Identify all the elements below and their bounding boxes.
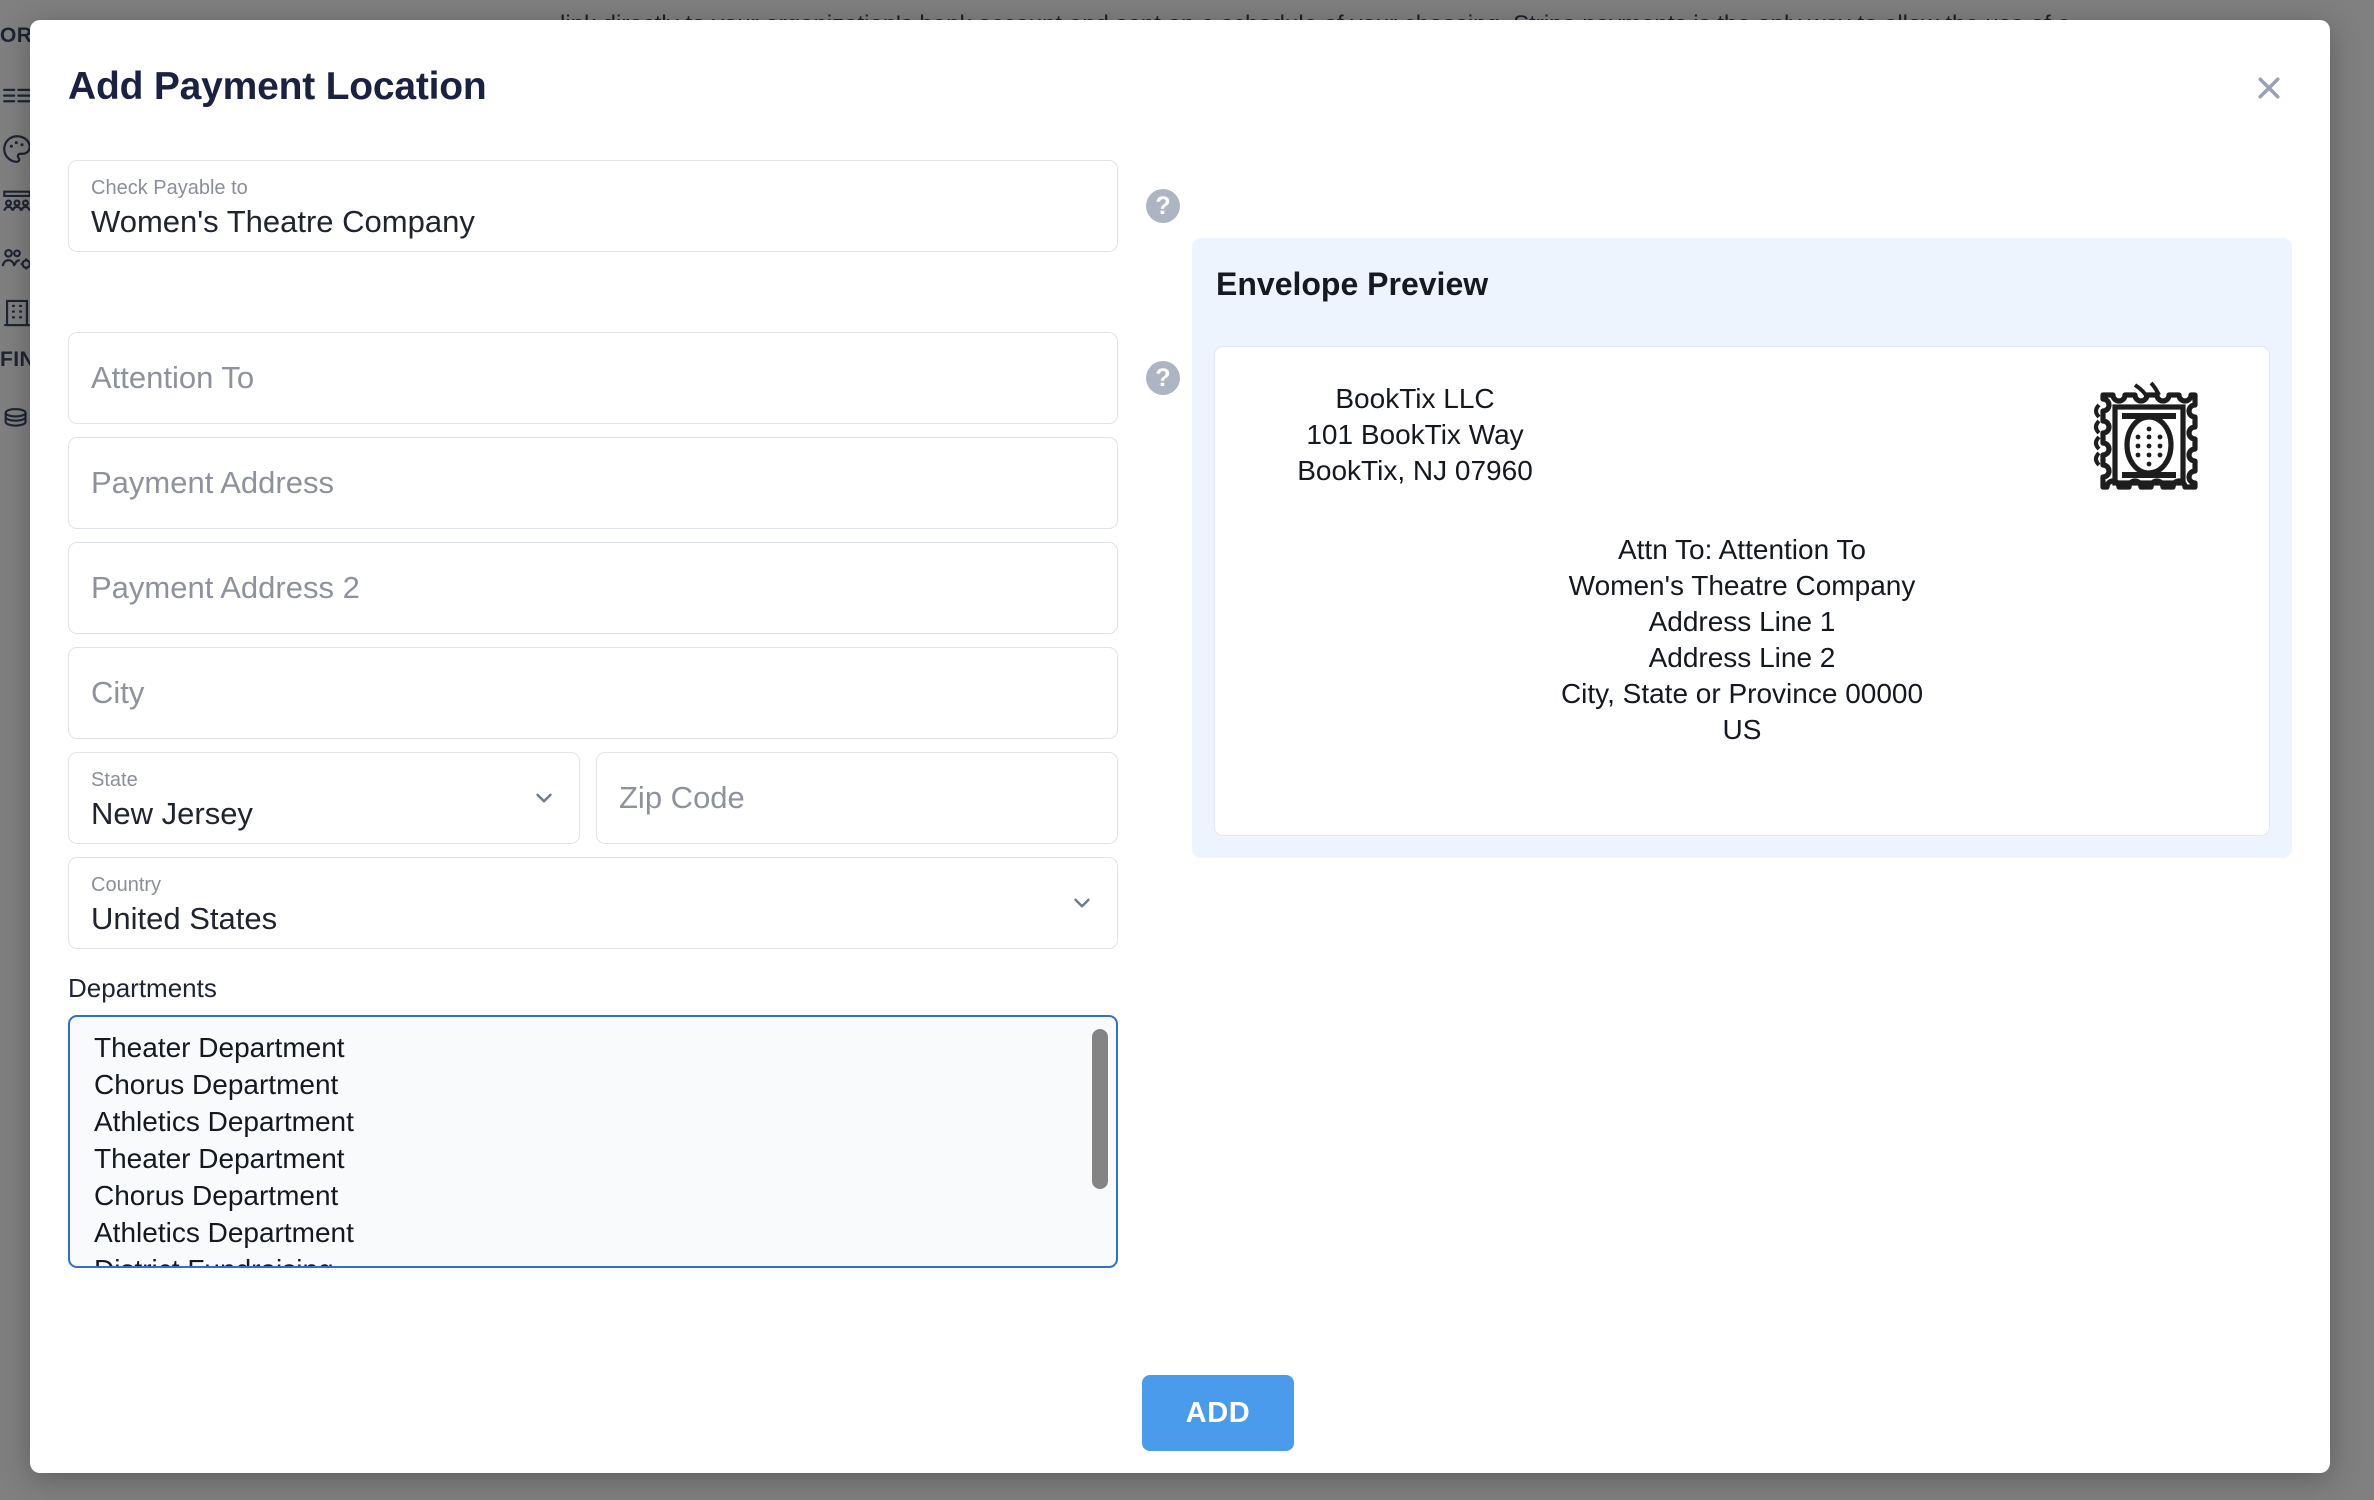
- add-payment-location-dialog: Add Payment Location Check Payable to Wo…: [30, 20, 2330, 1473]
- return-address-line: 101 BookTix Way: [1306, 419, 1524, 450]
- attention-to-help-icon[interactable]: ?: [1146, 361, 1180, 395]
- app-sidebar-rail: ORG: [0, 0, 34, 1500]
- departments-scrollbar-thumb[interactable]: [1092, 1029, 1108, 1189]
- add-button[interactable]: ADD: [1142, 1375, 1294, 1451]
- payment-address-field[interactable]: Payment Address: [68, 437, 1118, 529]
- list-item[interactable]: Athletics Department: [70, 1214, 1116, 1251]
- destination-address-block: Attn To: Attention To Women's Theatre Co…: [1215, 532, 2269, 748]
- destination-address-line: Address Line 1: [1648, 606, 1836, 637]
- postage-stamp-icon: [2091, 379, 2207, 507]
- country-label: Country: [91, 874, 162, 896]
- return-address-block: BookTix LLC 101 BookTix Way BookTix, NJ …: [1265, 381, 1565, 489]
- check-payable-help-icon[interactable]: ?: [1146, 189, 1180, 223]
- departments-listbox[interactable]: Theater Department Chorus Department Ath…: [68, 1015, 1118, 1268]
- audience-seats-icon[interactable]: [0, 186, 34, 220]
- return-address-line: BookTix, NJ 07960: [1297, 455, 1533, 486]
- destination-address-line: Address Line 2: [1648, 642, 1836, 673]
- payment-location-form: Check Payable to Women's Theatre Company…: [68, 160, 1188, 1268]
- coins-icon[interactable]: [0, 400, 34, 434]
- city-placeholder: City: [91, 675, 145, 710]
- chevron-down-icon[interactable]: [531, 785, 557, 811]
- state-label: State: [91, 769, 138, 791]
- state-value: New Jersey: [91, 796, 253, 831]
- departments-list: Theater Department Chorus Department Ath…: [70, 1029, 1116, 1266]
- sidebar-section-org-label: ORG: [0, 24, 34, 47]
- state-select[interactable]: State New Jersey: [68, 752, 580, 844]
- list-item[interactable]: Chorus Department: [70, 1177, 1116, 1214]
- chevron-down-icon[interactable]: [1069, 890, 1095, 916]
- country-select[interactable]: Country United States: [68, 857, 1118, 949]
- zip-code-placeholder: Zip Code: [619, 780, 745, 815]
- check-payable-to-label: Check Payable to: [91, 177, 248, 199]
- envelope-card: BookTix LLC 101 BookTix Way BookTix, NJ …: [1214, 346, 2270, 836]
- destination-address-line: Attn To: Attention To: [1617, 534, 1867, 565]
- sidebar-section-financial-label: FINA: [0, 348, 34, 371]
- list-icon[interactable]: [0, 80, 34, 114]
- city-field[interactable]: City: [68, 647, 1118, 739]
- close-icon[interactable]: [2248, 67, 2290, 109]
- payment-address-2-placeholder: Payment Address 2: [91, 570, 360, 605]
- list-item[interactable]: Athletics Department: [70, 1103, 1116, 1140]
- departments-label: Departments: [68, 973, 217, 1003]
- destination-address-line: US: [1722, 714, 1762, 745]
- building-icon[interactable]: [0, 296, 34, 330]
- payment-address-placeholder: Payment Address: [91, 465, 334, 500]
- country-value: United States: [91, 901, 278, 936]
- payment-address-2-field[interactable]: Payment Address 2: [68, 542, 1118, 634]
- dialog-title: Add Payment Location: [68, 65, 487, 108]
- zip-code-field[interactable]: Zip Code: [596, 752, 1118, 844]
- destination-address-line: Women's Theatre Company: [1568, 570, 1916, 601]
- envelope-preview-title: Envelope Preview: [1216, 266, 1489, 302]
- palette-icon[interactable]: [0, 132, 34, 166]
- list-item[interactable]: District Fundraising: [70, 1251, 1116, 1266]
- check-payable-to-field[interactable]: Check Payable to Women's Theatre Company: [68, 160, 1118, 252]
- return-address-line: BookTix LLC: [1335, 383, 1495, 414]
- people-gear-icon[interactable]: [0, 242, 34, 276]
- attention-to-placeholder: Attention To: [91, 360, 255, 395]
- envelope-preview-panel: Envelope Preview BookTix LLC 101 BookTix…: [1192, 238, 2292, 858]
- check-payable-to-value: Women's Theatre Company: [91, 204, 475, 239]
- attention-to-field[interactable]: Attention To: [68, 332, 1118, 424]
- destination-address-line: City, State or Province 00000: [1560, 678, 1924, 709]
- list-item[interactable]: Theater Department: [70, 1029, 1116, 1066]
- list-item[interactable]: Chorus Department: [70, 1066, 1116, 1103]
- page-root: link directly to your organization's ban…: [0, 0, 2374, 1500]
- departments-scrollbar[interactable]: [1092, 1029, 1108, 1257]
- list-item[interactable]: Theater Department: [70, 1140, 1116, 1177]
